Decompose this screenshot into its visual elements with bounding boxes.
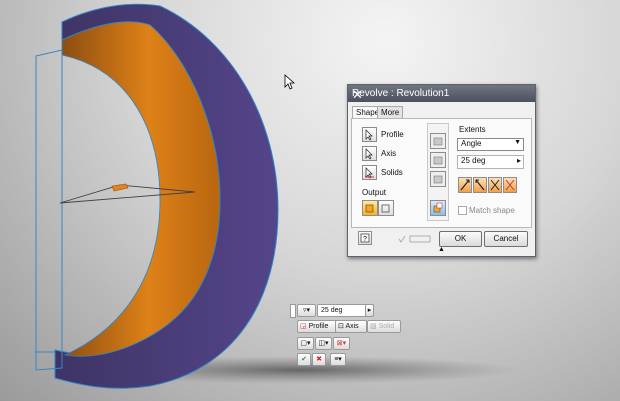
output-label: Output (362, 188, 387, 197)
match-shape-checkbox[interactable] (458, 206, 467, 215)
mini-options-dropdown[interactable]: ≡▾ (330, 353, 346, 366)
profile-select-button[interactable] (362, 127, 377, 142)
expand-dialog-icon[interactable]: ▲ (438, 246, 445, 253)
direction-icon (475, 179, 485, 191)
dialog-titlebar[interactable]: Revolve : Revolution1 ✕ (348, 85, 535, 102)
cut-button[interactable] (430, 152, 446, 168)
profile-icon: ◲ (300, 323, 307, 330)
axis-select-button[interactable] (362, 146, 377, 161)
solid-output-button[interactable] (362, 200, 378, 216)
angle-value: 25 deg (461, 156, 486, 165)
axis-label: Axis (381, 149, 397, 158)
surface-output-button[interactable] (378, 200, 394, 216)
extents-label: Extents (459, 125, 486, 134)
glasses-icon (409, 235, 431, 243)
solid-icon: ▨ (370, 323, 377, 330)
mini-toolbar-grip[interactable] (290, 304, 296, 318)
intersect-button[interactable] (430, 171, 446, 187)
match-shape-label: Match shape (469, 206, 515, 215)
mini-direction-dropdown[interactable]: ⊠▾ (333, 337, 350, 350)
direction-asymmetric-button[interactable] (503, 177, 517, 193)
solids-select-button[interactable] (362, 165, 377, 180)
preview-toggle[interactable] (398, 234, 432, 244)
mini-profile-label: Profile (308, 323, 329, 330)
surface-icon (381, 204, 390, 213)
cancel-x-icon[interactable]: ✖ (312, 353, 326, 366)
select-arrow-icon (365, 148, 373, 160)
mini-operation-dropdown[interactable]: ◫▾ (315, 337, 332, 350)
close-icon[interactable]: ✕ (352, 88, 525, 102)
help-button[interactable]: ? (358, 231, 372, 245)
checkmark-icon (398, 235, 406, 243)
solids-label: Solids (381, 168, 403, 177)
profile-sketch[interactable] (35, 49, 63, 371)
chevron-right-icon[interactable]: ▸ (517, 156, 521, 165)
extents-dropdown[interactable]: Angle ▼ (457, 138, 524, 151)
mini-angle-value: 25 deg (321, 307, 343, 314)
select-arrow-icon (365, 167, 374, 179)
join-icon (433, 137, 443, 146)
svg-text:?: ? (363, 236, 367, 243)
extents-value: Angle (461, 139, 482, 148)
solid-icon (365, 204, 374, 213)
angle-input[interactable]: 25 deg ▸ (457, 155, 524, 169)
direction-symmetric-button[interactable] (488, 177, 502, 193)
help-icon: ? (360, 233, 370, 243)
revolve-dialog: Revolve : Revolution1 ✕ Shape More Profi… (347, 84, 536, 257)
axis-icon: ⊡ (338, 323, 344, 330)
mini-extents-dropdown[interactable]: ▿▾ (297, 304, 316, 317)
direction-icon (460, 179, 470, 191)
chevron-right-icon[interactable]: ▸ (365, 304, 374, 317)
chevron-down-icon: ▼ (514, 139, 521, 146)
angle-manipulator-arrow[interactable] (111, 183, 129, 192)
profile-label: Profile (381, 130, 404, 139)
intersect-icon (433, 175, 443, 184)
mini-solid-label: Solid (378, 323, 395, 330)
direction-icon (505, 179, 515, 191)
direction-default-button[interactable] (458, 177, 472, 193)
mini-solid-button[interactable]: ▨ Solid (367, 320, 401, 333)
mouse-cursor (284, 74, 296, 90)
shape-panel: Profile Axis Solids Output Extents Angle… (351, 118, 532, 228)
select-arrow-icon (365, 129, 373, 141)
new-solid-icon (433, 202, 443, 213)
new-solid-button[interactable] (430, 200, 446, 216)
direction-icon (490, 179, 500, 191)
direction-flipped-button[interactable] (473, 177, 487, 193)
mini-output-dropdown[interactable]: ▢▾ (297, 337, 314, 350)
ok-button[interactable]: OK (439, 231, 482, 247)
mini-profile-button[interactable]: ◲ Profile (297, 320, 337, 333)
mini-axis-label: Axis (345, 323, 359, 330)
cut-icon (433, 156, 443, 165)
ok-check-icon[interactable]: ✔ (297, 353, 311, 366)
join-button[interactable] (430, 133, 446, 149)
cancel-button[interactable]: Cancel (484, 231, 528, 247)
mini-axis-button[interactable]: ⊡ Axis (335, 320, 367, 333)
